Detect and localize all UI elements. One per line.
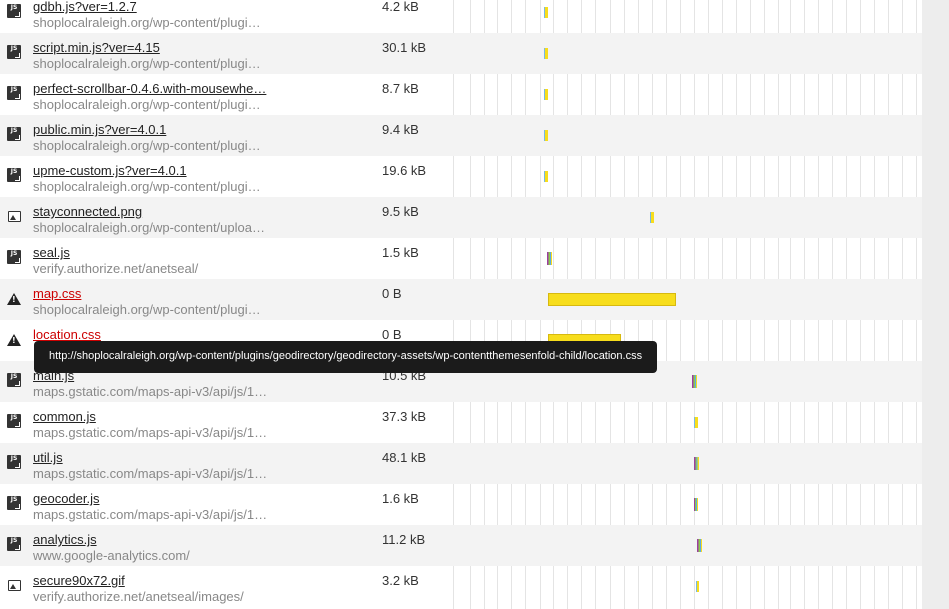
js-file-icon: JS xyxy=(7,4,21,18)
waterfall-list: JS gdbh.js?ver=1.2.7 shoplocalraleigh.org/… xyxy=(0,0,949,607)
image-file-icon xyxy=(8,580,21,591)
resource-name-link[interactable]: script.min.js?ver=4.15 xyxy=(33,40,160,55)
timing-bar[interactable] xyxy=(694,498,698,511)
resource-size: 0 B xyxy=(382,327,402,342)
resource-host: maps.gstatic.com/maps-api-v3/api/js/1… xyxy=(33,384,268,399)
timing-bar[interactable] xyxy=(544,48,548,59)
resource-host: shoplocalraleigh.org/wp-content/plugi… xyxy=(33,179,261,194)
resource-size: 30.1 kB xyxy=(382,40,427,55)
resource-host: maps.gstatic.com/maps-api-v3/api/js/1… xyxy=(33,425,268,440)
resource-row[interactable]: JS common.js maps.gstatic.com/maps-api-v3/… xyxy=(0,402,949,443)
timing-bar[interactable] xyxy=(650,212,654,223)
resource-name-link[interactable]: seal.js xyxy=(33,245,70,260)
resource-name-link[interactable]: perfect-scrollbar-0.4.6.with-mousewhe… xyxy=(33,81,266,96)
resource-row[interactable]: JS util.js maps.gstatic.com/maps-api-v3/ap… xyxy=(0,443,949,484)
resource-row[interactable]: JS script.min.js?ver=4.15 shoplocalraleigh… xyxy=(0,33,949,74)
resource-size: 11.2 kB xyxy=(382,532,426,547)
resource-size: 9.5 kB xyxy=(382,204,419,219)
resource-size: 1.6 kB xyxy=(382,491,419,506)
url-tooltip: http://shoplocalraleigh.org/wp-content/p… xyxy=(34,341,657,373)
resource-host: www.google-analytics.com/ xyxy=(33,548,190,563)
resource-size: 4.2 kB xyxy=(382,0,419,14)
resource-name-link[interactable]: common.js xyxy=(33,409,96,424)
js-file-icon: JS xyxy=(7,45,21,59)
resource-row[interactable]: map.cssshoplocalraleigh.org/wp-content/p… xyxy=(0,279,949,320)
resource-row[interactable]: stayconnected.png shoplocalraleigh.org/wp… xyxy=(0,197,949,238)
resource-host: shoplocalraleigh.org/wp-content/plugi… xyxy=(33,15,261,30)
warning-icon xyxy=(7,293,21,305)
js-file-icon: JS xyxy=(7,496,21,510)
timing-bar[interactable] xyxy=(692,375,697,388)
js-file-icon: JS xyxy=(7,455,21,469)
resource-host: shoplocalraleigh.org/wp-content/uploa… xyxy=(33,220,265,235)
resource-host: verify.authorize.net/anetseal/images/ xyxy=(33,589,244,604)
resource-name-link[interactable]: public.min.js?ver=4.0.1 xyxy=(33,122,166,137)
js-file-icon: JS xyxy=(7,168,21,182)
js-file-icon: JS xyxy=(7,537,21,551)
resource-name-link[interactable]: gdbh.js?ver=1.2.7 xyxy=(33,0,137,14)
expand-column xyxy=(922,0,949,609)
resource-row[interactable]: JS perfect-scrollbar-0.4.6.with-mousewhe…… xyxy=(0,74,949,115)
timing-bar[interactable] xyxy=(544,7,548,18)
timing-bar[interactable] xyxy=(548,293,676,306)
js-file-icon: JS xyxy=(7,250,21,264)
timing-bar[interactable] xyxy=(547,252,552,265)
resource-row[interactable]: JS seal.js verify.authorize.net/anetseal/1… xyxy=(0,238,949,279)
resource-size: 37.3 kB xyxy=(382,409,427,424)
resource-row[interactable]: JS gdbh.js?ver=1.2.7 shoplocalraleigh.org/… xyxy=(0,0,949,33)
resource-host: shoplocalraleigh.org/wp-content/plugi… xyxy=(33,56,261,71)
resource-name-link[interactable]: upme-custom.js?ver=4.0.1 xyxy=(33,163,187,178)
resource-size: 8.7 kB xyxy=(382,81,419,96)
resource-name-link[interactable]: geocoder.js xyxy=(33,491,100,506)
timing-bar[interactable] xyxy=(694,457,699,470)
resource-name-link[interactable]: util.js xyxy=(33,450,63,465)
timing-bar[interactable] xyxy=(544,130,548,141)
resource-row[interactable]: JS analytics.js www.google-analytics.com/1… xyxy=(0,525,949,566)
resource-size: 19.6 kB xyxy=(382,163,427,178)
resource-size: 1.5 kB xyxy=(382,245,419,260)
resource-size: 48.1 kB xyxy=(382,450,427,465)
resource-name-link[interactable]: stayconnected.png xyxy=(33,204,142,219)
timing-bar[interactable] xyxy=(544,171,548,182)
resource-size: 3.2 kB xyxy=(382,573,419,588)
resource-name-link[interactable]: location.css xyxy=(33,327,101,342)
resource-row[interactable]: JS upme-custom.js?ver=4.0.1 shoplocalralei… xyxy=(0,156,949,197)
resource-row[interactable]: secure90x72.gif verify.authorize.net/anet… xyxy=(0,566,949,607)
resource-row[interactable]: JS public.min.js?ver=4.0.1 shoplocalraleig… xyxy=(0,115,949,156)
resource-host: verify.authorize.net/anetseal/ xyxy=(33,261,199,276)
timing-bar[interactable] xyxy=(694,417,698,428)
timing-bar[interactable] xyxy=(696,581,699,592)
resource-size: 0 B xyxy=(382,286,402,301)
js-file-icon: JS xyxy=(7,127,21,141)
resource-row[interactable]: JS geocoder.js maps.gstatic.com/maps-api-v… xyxy=(0,484,949,525)
js-file-icon: JS xyxy=(7,414,21,428)
image-file-icon xyxy=(8,211,21,222)
resource-name-link[interactable]: map.css xyxy=(33,286,81,301)
js-file-icon: JS xyxy=(7,373,21,387)
resource-host: shoplocalraleigh.org/wp-content/plugi… xyxy=(33,97,261,112)
resource-host: maps.gstatic.com/maps-api-v3/api/js/1… xyxy=(33,466,268,481)
resource-name-link[interactable]: analytics.js xyxy=(33,532,97,547)
js-file-icon: JS xyxy=(7,86,21,100)
timing-bar[interactable] xyxy=(697,539,702,552)
resource-size: 9.4 kB xyxy=(382,122,419,137)
resource-name-link[interactable]: secure90x72.gif xyxy=(33,573,125,588)
resource-host: shoplocalraleigh.org/wp-content/plugi… xyxy=(33,138,261,153)
timing-bar[interactable] xyxy=(544,89,548,100)
resource-host: shoplocalraleigh.org/wp-content/plugi… xyxy=(33,302,261,317)
resource-host: maps.gstatic.com/maps-api-v3/api/js/1… xyxy=(33,507,268,522)
warning-icon xyxy=(7,334,21,346)
